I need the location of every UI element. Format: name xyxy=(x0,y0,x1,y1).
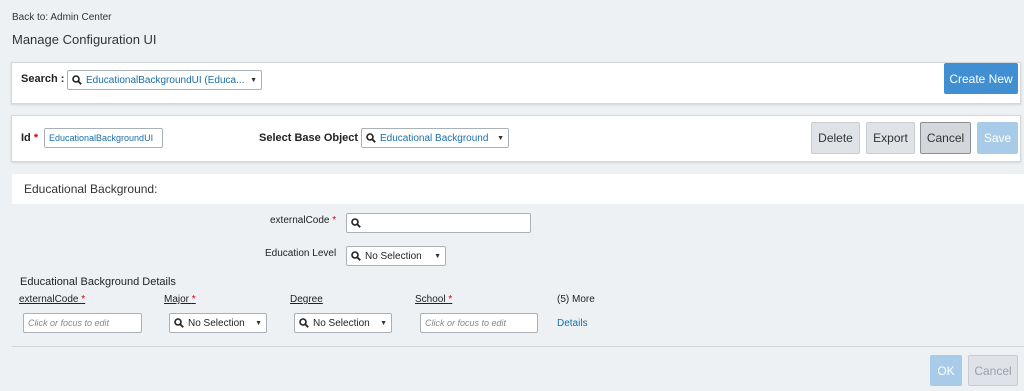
required-marker: * xyxy=(332,215,337,226)
required-marker: * xyxy=(33,132,39,144)
id-value: EducationalBackgroundUI xyxy=(49,133,154,143)
export-button[interactable]: Export xyxy=(866,122,915,154)
search-icon xyxy=(174,318,184,328)
degree-select[interactable]: No Selection ▼ xyxy=(294,313,392,333)
search-icon xyxy=(299,318,309,328)
more-columns-label: (5) More xyxy=(557,294,595,305)
column-header-major[interactable]: Major * xyxy=(164,294,196,305)
search-icon xyxy=(366,133,376,143)
column-header-degree[interactable]: Degree xyxy=(290,294,323,305)
school-placeholder: Click or focus to edit xyxy=(425,318,507,328)
education-level-label: Education Level xyxy=(265,248,337,259)
required-marker: * xyxy=(81,294,86,305)
chevron-down-icon[interactable]: ▼ xyxy=(380,320,387,327)
search-combobox[interactable]: EducationalBackgroundUI (Educa... ▼ xyxy=(67,70,262,90)
base-object-select[interactable]: Educational Background ▼ xyxy=(361,128,509,148)
id-field[interactable]: EducationalBackgroundUI xyxy=(44,128,163,148)
details-title: Educational Background Details xyxy=(20,276,176,288)
section-header xyxy=(12,174,1024,204)
create-new-button[interactable]: Create New xyxy=(944,63,1018,94)
external-code-field[interactable] xyxy=(346,213,531,233)
page-title: Manage Configuration UI xyxy=(12,32,157,47)
search-icon xyxy=(72,75,82,85)
base-object-label: Select Base Object xyxy=(259,132,359,144)
chevron-down-icon[interactable]: ▼ xyxy=(434,253,441,260)
section-title: Educational Background: xyxy=(24,182,158,196)
required-marker: * xyxy=(191,294,196,305)
required-marker: * xyxy=(448,294,453,305)
column-header-external-code[interactable]: externalCode * xyxy=(19,294,85,305)
search-value: EducationalBackgroundUI (Educa... xyxy=(86,74,245,86)
external-code-label: externalCode * xyxy=(270,215,337,226)
base-object-value: Educational Background xyxy=(380,132,489,144)
education-level-select[interactable]: No Selection ▼ xyxy=(346,246,446,266)
major-select[interactable]: No Selection ▼ xyxy=(169,313,267,333)
footer-cancel-button[interactable]: Cancel xyxy=(968,355,1018,386)
external-code-cell[interactable]: Click or focus to edit xyxy=(23,313,142,333)
external-code-placeholder: Click or focus to edit xyxy=(28,318,110,328)
school-cell[interactable]: Click or focus to edit xyxy=(420,313,538,333)
cancel-button[interactable]: Cancel xyxy=(920,122,971,154)
search-label: Search : xyxy=(21,73,65,85)
id-label: Id * xyxy=(21,132,39,144)
chevron-down-icon[interactable]: ▼ xyxy=(497,135,504,142)
back-link[interactable]: Back to: Admin Center xyxy=(12,12,112,23)
education-level-value: No Selection xyxy=(365,250,422,262)
save-button[interactable]: Save xyxy=(977,122,1018,154)
search-icon xyxy=(351,218,361,228)
footer-divider xyxy=(12,346,1024,347)
chevron-down-icon[interactable]: ▼ xyxy=(255,320,262,327)
delete-button[interactable]: Delete xyxy=(811,122,860,154)
column-header-school[interactable]: School * xyxy=(415,294,452,305)
chevron-down-icon[interactable]: ▼ xyxy=(250,77,257,84)
major-value: No Selection xyxy=(188,317,245,329)
ok-button[interactable]: OK xyxy=(930,355,962,386)
degree-value: No Selection xyxy=(313,317,370,329)
details-link[interactable]: Details xyxy=(557,318,588,329)
search-icon xyxy=(351,251,361,261)
